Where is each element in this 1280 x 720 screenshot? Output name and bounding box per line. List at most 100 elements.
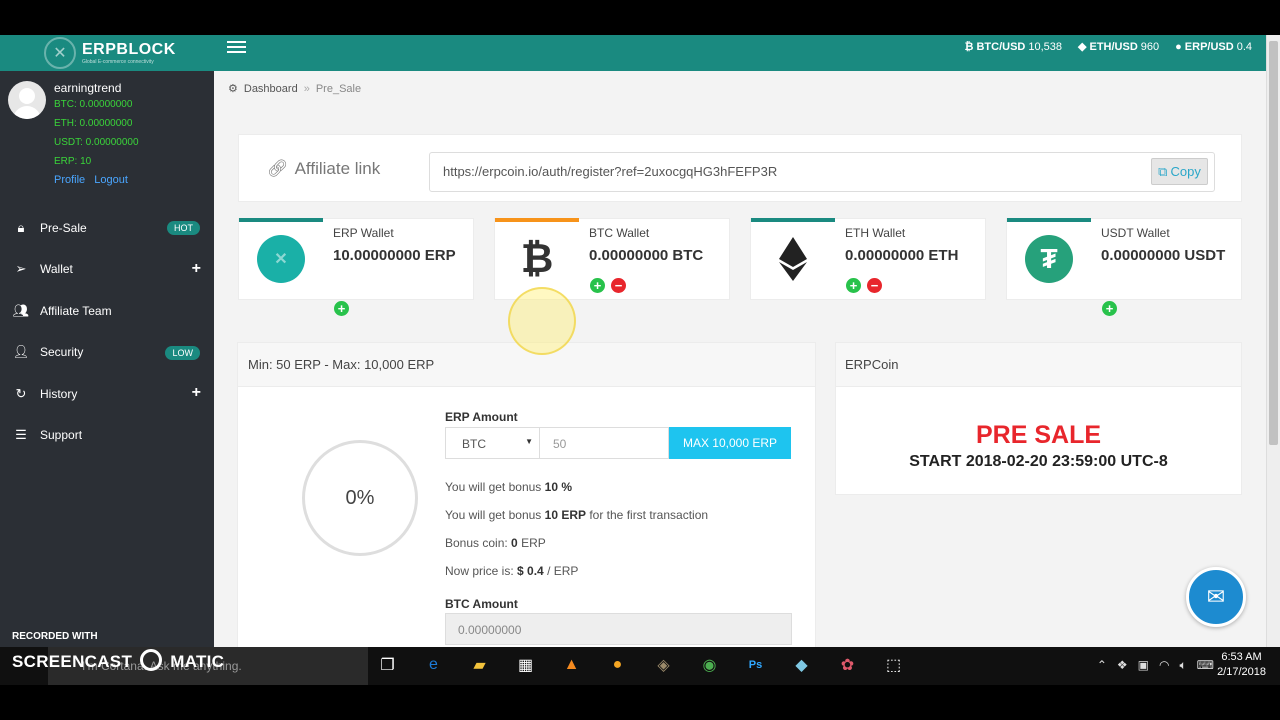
user-icon: 👤︎	[12, 344, 30, 360]
chrome-icon[interactable]: ◉	[698, 653, 721, 676]
sidebar-item-support[interactable]: ☰ Support	[0, 415, 214, 457]
wallet-name: ETH Wallet	[845, 226, 906, 240]
erpblock-logo-icon: ✕	[44, 37, 76, 69]
bitcoin-icon: ₿	[964, 40, 974, 53]
breadcrumb-home[interactable]: Dashboard	[244, 83, 298, 95]
page-scrollbar[interactable]	[1266, 35, 1280, 647]
photoshop-icon[interactable]: Ps	[744, 653, 767, 676]
app-icon[interactable]: ●	[606, 653, 629, 676]
wallet-name: BTC Wallet	[589, 226, 650, 240]
chat-support-icon[interactable]: ✉	[1186, 567, 1246, 627]
app-icon[interactable]: ✿	[836, 653, 859, 676]
windows-taskbar: I'm Cortana. Ask me anything. SCREENCAST…	[0, 647, 1280, 685]
erp-coin-icon: ✕	[239, 219, 323, 299]
brand-logo[interactable]: ✕ ERPBLOCK Global E-commerce connectivit…	[44, 37, 176, 69]
breadcrumb-current: Pre_Sale	[315, 82, 362, 95]
wallet-balance: 0.00000000 USDT	[1101, 247, 1226, 264]
low-badge: LOW	[165, 345, 200, 360]
top-navbar: ✕ ERPBLOCK Global E-commerce connectivit…	[0, 35, 1280, 71]
file-explorer-icon[interactable]: ▰	[468, 653, 491, 676]
snipping-icon[interactable]: ⬚	[882, 653, 905, 676]
expand-plus-icon: +	[191, 384, 201, 401]
wallet-name: ERP Wallet	[333, 226, 394, 240]
deposit-plus-icon[interactable]: +	[590, 278, 605, 293]
erp-coin-icon: ●	[1175, 40, 1182, 53]
browser-viewport: ✕ ERPBLOCK Global E-commerce connectivit…	[0, 35, 1280, 647]
sidebar: earningtrend BTC: 0.00000000 ETH: 0.0000…	[0, 71, 214, 647]
sidebar-item-presale[interactable]: 🔒︎ Pre-Sale HOT	[0, 207, 214, 249]
sidebar-nav: 🔒︎ Pre-Sale HOT ➢ Wallet + 👥︎ Affiliate …	[0, 207, 214, 456]
vlc-icon[interactable]: ▲	[560, 653, 583, 676]
wallet-card-eth: ETH Wallet 0.00000000 ETH + −	[750, 218, 986, 300]
presale-form-card: Min: 50 ERP - Max: 10,000 ERP 0% ERP Amo…	[237, 342, 816, 647]
task-view-icon[interactable]: ❐	[376, 653, 399, 676]
scrollbar-thumb[interactable]	[1269, 41, 1278, 445]
app-icon[interactable]: ◆	[790, 653, 813, 676]
logout-link[interactable]: Logout	[94, 174, 128, 186]
balance-erp: ERP: 10	[54, 156, 92, 167]
breadcrumb: ⚙ Dashboard » Pre_Sale	[228, 82, 362, 96]
store-icon[interactable]: ▦	[514, 653, 537, 676]
paper-plane-icon: ➢	[15, 261, 27, 277]
volume-icon[interactable]: 🔈︎	[1179, 658, 1186, 673]
erpcoin-info-card: ERPCoin PRE SALE START 2018-02-20 23:59:…	[835, 342, 1242, 495]
profile-links: Profile Logout	[54, 174, 134, 186]
withdraw-minus-icon[interactable]: −	[867, 278, 882, 293]
link-icon: 🔗︎	[267, 159, 289, 178]
wallet-card-usdt: ₮ USDT Wallet 0.00000000 USDT +	[1006, 218, 1242, 316]
balance-btc: BTC: 0.00000000	[54, 99, 133, 110]
deposit-plus-icon[interactable]: +	[334, 301, 349, 316]
bonus-coin-text: Bonus coin: 0 ERP	[445, 536, 546, 550]
keyboard-icon[interactable]: ⌨	[1197, 658, 1214, 673]
menu-toggle-icon[interactable]	[227, 41, 246, 55]
edge-browser-icon[interactable]: e	[422, 653, 445, 676]
balance-eth: ETH: 0.00000000	[54, 118, 133, 129]
price-tickers: ₿ BTC/USD 10,538 ◆ ETH/USD 960 ● ERP/USD 0.4	[964, 40, 1252, 54]
progress-ring: 0%	[302, 440, 418, 556]
system-tray: ⌃ ❖ ▣ ◠ 🔈︎ ⌨	[1097, 658, 1214, 673]
chevron-up-icon[interactable]: ⌃	[1097, 658, 1107, 673]
tether-icon: ₮	[1007, 219, 1091, 299]
sidebar-item-wallet[interactable]: ➢ Wallet +	[0, 249, 214, 291]
refresh-icon: ↻	[15, 385, 27, 401]
taskbar-apps: ❐ e ▰ ▦ ▲ ● ◈ ◉ Ps ◆ ✿ ⬚	[376, 653, 905, 676]
lock-icon: 🔒︎	[17, 219, 25, 235]
copy-icon: ⧉	[1158, 163, 1168, 179]
ethereum-icon: ◆	[1078, 41, 1087, 53]
copy-button[interactable]: ⧉ Copy	[1151, 158, 1208, 185]
currency-select[interactable]: BTC ▼	[445, 427, 540, 459]
sidebar-item-affiliate-team[interactable]: 👥︎ Affiliate Team	[0, 290, 214, 332]
wifi-icon[interactable]: ◠	[1159, 658, 1169, 673]
affiliate-title: 🔗︎ Affiliate link	[267, 159, 381, 178]
max-amount-button[interactable]: MAX 10,000 ERP	[669, 427, 791, 459]
breadcrumb-separator: »	[303, 82, 310, 95]
network-icon[interactable]: ▣	[1138, 658, 1149, 673]
erp-amount-input[interactable]: 50	[539, 427, 669, 459]
ticker-btc: ₿ BTC/USD 10,538	[964, 40, 1063, 53]
balance-usdt: USDT: 0.00000000	[54, 137, 139, 148]
hot-badge: HOT	[167, 221, 200, 235]
cursor-highlight	[508, 287, 576, 355]
withdraw-minus-icon[interactable]: −	[611, 278, 626, 293]
screencast-watermark: SCREENCAST MATIC	[12, 649, 224, 672]
current-price-text: Now price is: $ 0.4 / ERP	[445, 564, 579, 578]
avatar	[8, 81, 46, 119]
affiliate-url-field[interactable]: https://erpcoin.io/auth/register?ref=2ux…	[429, 152, 1215, 192]
sidebar-item-security[interactable]: 👤︎ Security LOW	[0, 332, 214, 374]
bonus-percent-text: You will get bonus 10 %	[445, 480, 572, 494]
ethereum-icon	[751, 219, 835, 299]
deposit-plus-icon[interactable]: +	[846, 278, 861, 293]
wallet-balance: 10.00000000 ERP	[333, 247, 456, 264]
recorded-with-watermark: RECORDED WITH	[12, 631, 98, 642]
sidebar-item-history[interactable]: ↻ History +	[0, 373, 214, 415]
wallet-balance: 0.00000000 ETH	[845, 247, 959, 264]
app-icon[interactable]: ◈	[652, 653, 675, 676]
presale-title: PRE SALE	[975, 421, 1102, 449]
deposit-plus-icon[interactable]: +	[1102, 301, 1117, 316]
profile-link[interactable]: Profile	[54, 174, 85, 186]
dropbox-icon[interactable]: ❖	[1117, 658, 1128, 673]
caret-down-icon: ▼	[525, 437, 533, 446]
btc-amount-input[interactable]: 0.00000000	[445, 613, 792, 645]
ticker-eth: ◆ ETH/USD 960	[1078, 40, 1160, 54]
taskbar-clock[interactable]: 6:53 AM 2/17/2018	[1217, 650, 1266, 680]
